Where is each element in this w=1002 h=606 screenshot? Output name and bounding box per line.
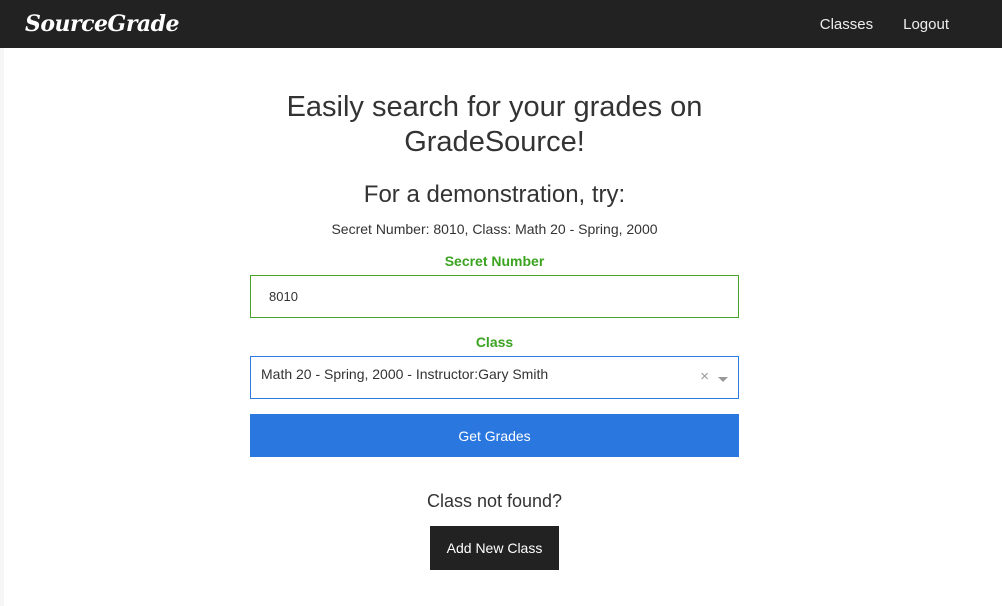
class-select-value: Math 20 - Spring, 2000 - Instructor:Gary… — [261, 366, 549, 382]
clear-x-icon[interactable]: × — [700, 369, 709, 385]
left-edge-shade — [0, 48, 4, 606]
add-new-class-button[interactable]: Add New Class — [430, 526, 559, 570]
page-headline: Easily search for your grades on GradeSo… — [286, 91, 703, 158]
demo-subheading: For a demonstration, try: — [363, 181, 626, 208]
secret-number-input[interactable] — [250, 275, 739, 318]
demo-hint-text: Secret Number: 8010, Class: Math 20 - Sp… — [331, 221, 658, 237]
nav-link-logout[interactable]: Logout — [903, 16, 949, 33]
get-grades-button[interactable]: Get Grades — [250, 414, 739, 457]
class-select[interactable]: Math 20 - Spring, 2000 - Instructor:Gary… — [250, 356, 739, 399]
search-form-container: Easily search for your grades on GradeSo… — [250, 48, 739, 570]
nav-link-classes[interactable]: Classes — [820, 16, 873, 33]
nav-links: Classes Logout — [790, 16, 949, 33]
brand-logo[interactable]: SourceGrade — [25, 11, 180, 37]
secret-number-label: Secret Number — [444, 253, 545, 269]
top-navbar: SourceGrade Classes Logout — [0, 0, 1002, 48]
class-label: Class — [475, 334, 514, 350]
class-not-found-text: Class not found? — [426, 491, 563, 511]
caret-down-icon[interactable] — [718, 377, 728, 382]
